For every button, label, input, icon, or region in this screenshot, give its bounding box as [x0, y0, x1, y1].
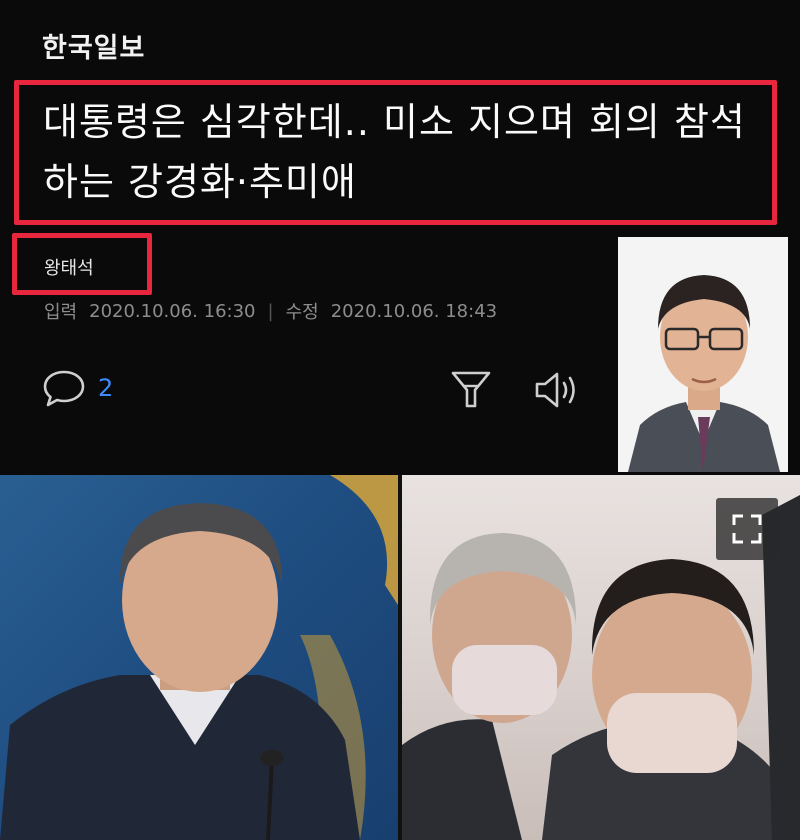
expand-icon	[732, 514, 762, 544]
speaker-icon	[535, 372, 575, 408]
author-profile-photo	[618, 237, 788, 472]
published-label: 입력	[44, 302, 78, 323]
published-date: 2020.10.06. 16:30	[89, 300, 256, 322]
article-photo	[0, 475, 800, 840]
comment-button[interactable]: 2	[42, 368, 113, 408]
comment-count: 2	[98, 374, 114, 402]
modified-label: 수정	[285, 302, 319, 323]
article-dates: 입력 2020.10.06. 16:30 | 수정 2020.10.06. 18…	[44, 298, 497, 324]
funnel-icon	[451, 371, 491, 408]
listen-button[interactable]	[533, 370, 583, 414]
date-separator: |	[267, 300, 274, 322]
article-title: 대통령은 심각한데.. 미소 지으며 회의 참석하는 강경화·추미애	[43, 100, 746, 204]
photo-left-panel	[0, 475, 398, 840]
speech-bubble-icon	[43, 370, 85, 407]
author-name[interactable]: 왕태석	[44, 254, 94, 280]
brand-logo[interactable]: 한국일보	[42, 26, 145, 65]
expand-photo-button[interactable]	[716, 498, 778, 560]
font-size-button[interactable]	[450, 368, 492, 416]
modified-date: 2020.10.06. 18:43	[330, 300, 498, 322]
